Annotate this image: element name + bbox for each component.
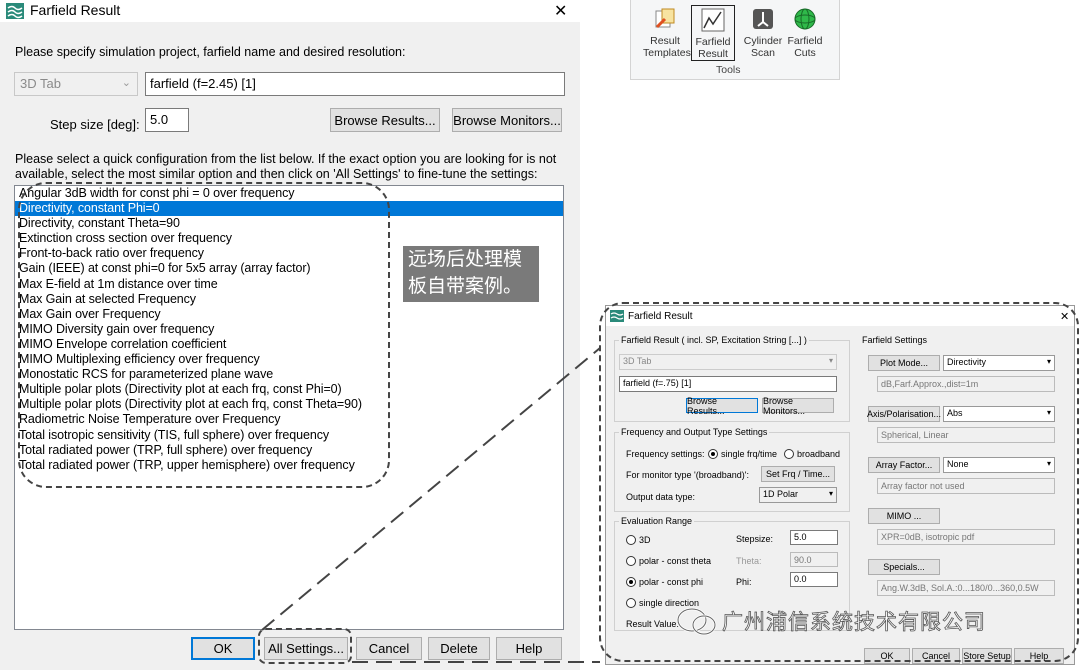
ribbon-label: Farfield: [787, 35, 823, 47]
config-prompt-line1: Please select a quick configuration from…: [15, 152, 557, 166]
close-icon[interactable]: ✕: [554, 1, 567, 21]
step-size-label: Step size [deg]:: [50, 117, 140, 132]
browse-results-button[interactable]: Browse Results...: [330, 108, 440, 132]
farfield-result-button[interactable]: Farfield Result: [691, 5, 735, 61]
list-highlight-outline: [18, 182, 390, 488]
ribbon-label: Result: [650, 35, 680, 47]
ribbon-label: Cuts: [794, 47, 816, 59]
ribbon-label: Templates: [643, 47, 691, 59]
step-size-field[interactable]: 5.0: [145, 108, 189, 132]
title-bar: Farfield Result ✕: [0, 0, 580, 22]
ribbon-tools-group: Result Templates Farfield Result Cylinde…: [630, 0, 840, 80]
annotation-line2: 板自带案例。: [408, 275, 523, 297]
ribbon-label: Farfield: [695, 36, 731, 48]
cylinder-scan-button[interactable]: Cylinder Scan: [741, 6, 785, 59]
ribbon-label: Scan: [751, 47, 775, 59]
annotation-line1: 远场后处理模: [408, 248, 523, 270]
project-prompt: Please specify simulation project, farfi…: [15, 45, 406, 59]
farfield-chart-icon: [700, 7, 726, 33]
tools-group-label: Tools: [716, 64, 741, 76]
result-templates-button[interactable]: Result Templates: [643, 6, 691, 59]
ribbon-label: Cylinder: [743, 35, 783, 47]
delete-button[interactable]: Delete: [428, 637, 490, 660]
annotation-box: 远场后处理模 板自带案例。: [403, 246, 539, 302]
cst-app-icon: [6, 3, 24, 19]
watermark-text: 广州浦信系统技术有限公司: [722, 610, 986, 635]
cylinder-scan-icon: [750, 6, 776, 32]
help-button[interactable]: Help: [496, 637, 562, 660]
result-templates-icon: [652, 6, 678, 32]
farfield-name-field[interactable]: farfield (f=2.45) [1]: [145, 72, 565, 96]
watermark: 广州浦信系统技术有限公司: [676, 606, 986, 636]
cancel-button[interactable]: Cancel: [356, 637, 422, 660]
dialog-title: Farfield Result: [30, 2, 121, 18]
ribbon-label: Result: [698, 48, 728, 60]
sphere-icon: [792, 6, 818, 32]
ok-button[interactable]: OK: [191, 637, 255, 660]
chevron-down-icon: ⌄: [121, 77, 131, 89]
farfield-cuts-button[interactable]: Farfield Cuts: [783, 6, 827, 59]
project-combo[interactable]: 3D Tab ⌄: [14, 72, 138, 96]
browse-monitors-button[interactable]: Browse Monitors...: [452, 108, 562, 132]
project-combo-value: 3D Tab: [20, 76, 61, 91]
config-prompt-line2: available, select the most similar optio…: [15, 167, 538, 181]
all-settings-highlight: [258, 628, 352, 664]
wechat-icon: [676, 607, 717, 636]
